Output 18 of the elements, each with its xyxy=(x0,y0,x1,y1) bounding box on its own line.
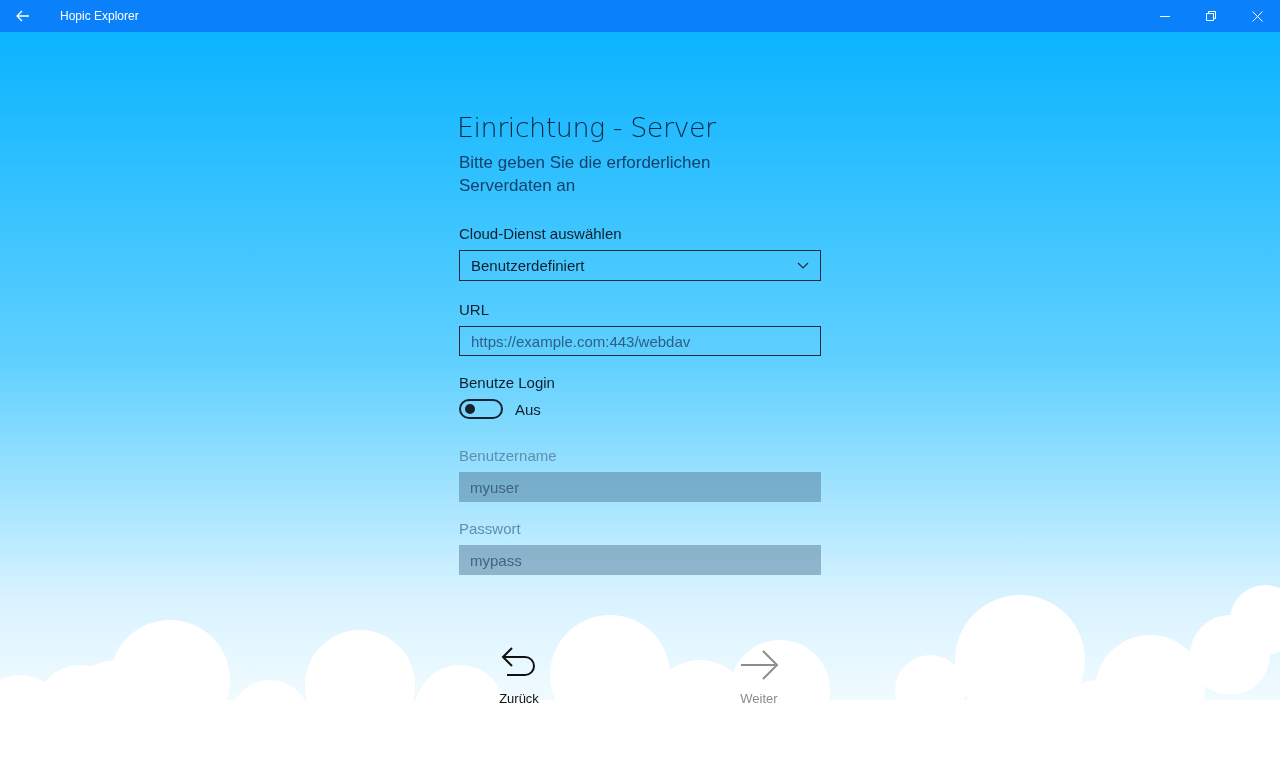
field-label: URL xyxy=(459,301,490,318)
field-label: Benutze Login xyxy=(459,374,556,391)
service-dropdown[interactable]: Benutzerdefiniert xyxy=(459,250,821,281)
back-nav-button[interactable]: Zurück xyxy=(489,645,549,706)
page-heading: Einrichtung - Server xyxy=(457,112,717,143)
close-icon xyxy=(1251,10,1263,22)
chevron-down-icon xyxy=(797,262,809,269)
field-label: Passwort xyxy=(459,520,522,537)
restore-icon xyxy=(1206,11,1216,21)
input-field[interactable]: https://example.com:443/webdav xyxy=(459,326,821,356)
window-title: Hopic Explorer xyxy=(60,9,139,23)
page-subtitle: Bitte geben Sie die erforderlichen Serverdaten an xyxy=(459,152,712,197)
toggle-switch[interactable] xyxy=(459,399,503,419)
minimize-icon xyxy=(1160,15,1170,17)
field-label: Benutzername xyxy=(459,447,558,464)
field-label: Cloud-Dienst auswählen xyxy=(459,225,623,242)
back-arrow-icon xyxy=(16,10,30,22)
toggle-state: Aus xyxy=(515,400,541,418)
